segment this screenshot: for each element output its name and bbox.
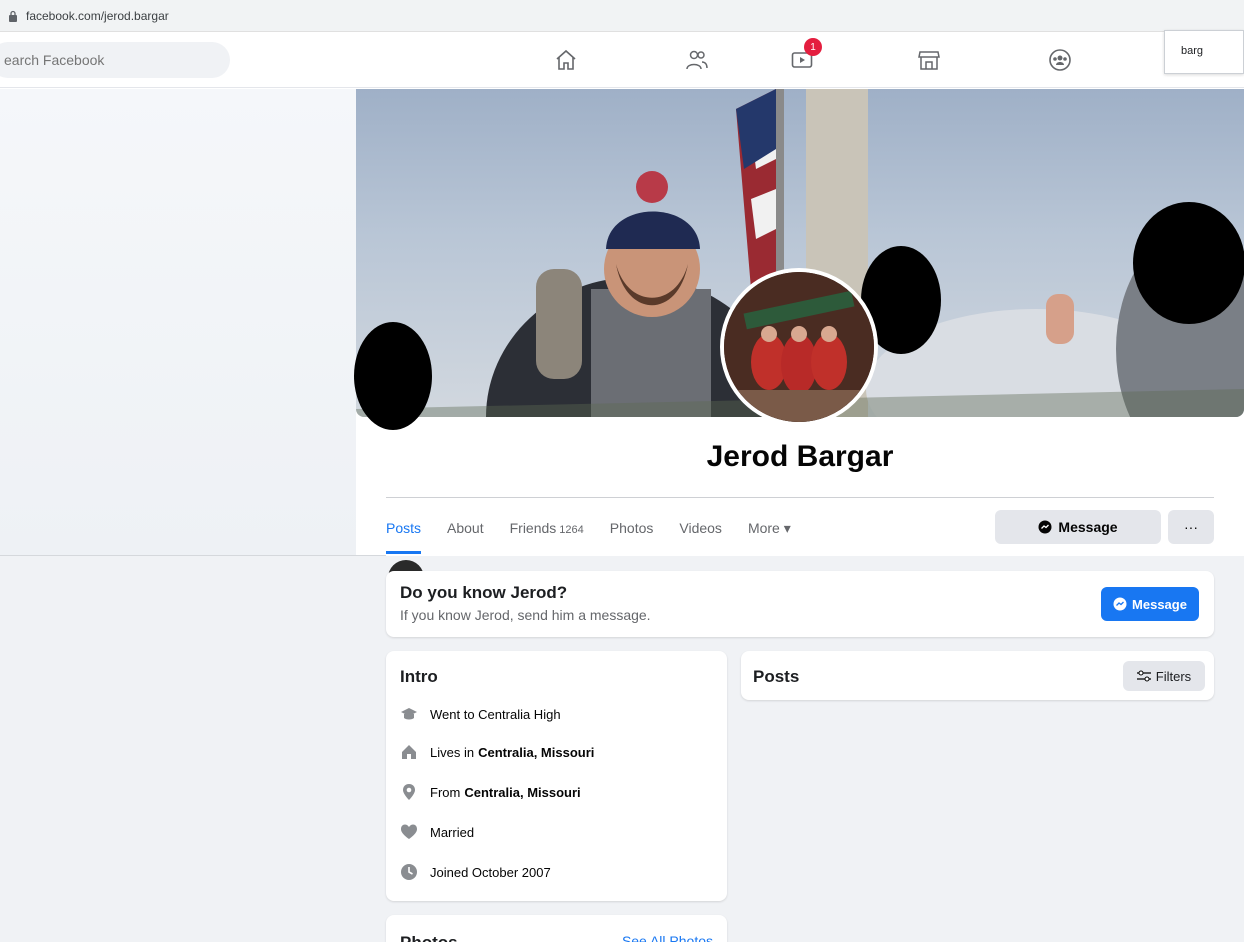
tab-more-label: More ▾ (747, 520, 791, 536)
do-you-know-subtitle: If you know Jerod, send him a message. (400, 607, 651, 623)
intro-lives-link[interactable]: Centralia, Missouri (478, 745, 594, 760)
groups-icon[interactable] (1046, 46, 1074, 74)
tab-posts-label: Posts (386, 520, 422, 536)
notification-badge: 1 (804, 38, 822, 56)
tab-photos-label: Photos (609, 520, 654, 536)
tab-friends-label: Friends (509, 520, 557, 536)
see-all-photos-link[interactable]: See All Photos (622, 933, 713, 942)
intro-relationship-text: Married (430, 824, 475, 840)
address-bar[interactable]: facebook.com/jerod.bargar (0, 0, 1244, 32)
messenger-icon (1113, 597, 1127, 611)
redaction-circle (1133, 202, 1244, 324)
tab-about-label: About (447, 520, 484, 536)
posts-title: Posts (753, 667, 800, 686)
profile-tabs: Posts About Friends 1264 Photos Videos Mo… (386, 510, 817, 554)
account-text: barg (1181, 45, 1204, 57)
search-input[interactable] (0, 42, 230, 78)
friends-count: 1264 (559, 524, 584, 536)
filters-button[interactable]: Filters (1123, 661, 1205, 691)
posts-card: Posts Filters (741, 651, 1214, 700)
intro-from: From Centralia, Missouri (400, 783, 581, 801)
intro-relationship: Married (400, 823, 474, 841)
marketplace-icon[interactable] (915, 46, 943, 74)
profile-avatar[interactable] (720, 268, 878, 426)
message-button[interactable]: Message (995, 510, 1161, 544)
intro-lives-prefix: Lives in (430, 744, 475, 760)
do-you-know-card: Do you know Jerod? If you know Jerod, se… (386, 571, 1214, 637)
heart-icon (400, 823, 418, 841)
intro-school-text: Went to Centralia High (430, 706, 561, 722)
left-background (0, 89, 356, 555)
home-icon[interactable] (552, 46, 580, 74)
redaction-circle (354, 322, 432, 430)
tab-more[interactable]: More ▾ (748, 510, 791, 554)
tab-friends[interactable]: Friends 1264 (510, 510, 584, 554)
graduation-cap-icon (400, 705, 418, 723)
messenger-icon (1038, 520, 1052, 534)
message-button-label: Message (1058, 519, 1118, 535)
tab-videos[interactable]: Videos (679, 510, 722, 554)
sliders-icon (1136, 670, 1151, 682)
photos-card: Photos See All Photos (386, 915, 727, 942)
url-text: facebook.com/jerod.bargar (26, 8, 169, 23)
clock-icon (400, 863, 418, 881)
intro-card: Intro Went to Centralia High Lives in Cen… (386, 651, 727, 901)
intro-school: Went to Centralia High (400, 705, 561, 723)
watch-icon[interactable]: 1 (788, 38, 822, 74)
more-options-button[interactable]: ··· (1168, 510, 1214, 544)
intro-from-link[interactable]: Centralia, Missouri (464, 785, 580, 800)
header-divider (386, 497, 1214, 498)
send-message-label: Message (1132, 596, 1187, 612)
location-pin-icon (400, 783, 418, 801)
account-search-popup[interactable]: barg (1164, 30, 1244, 74)
intro-title: Intro (400, 667, 438, 686)
send-message-button[interactable]: Message (1101, 587, 1199, 621)
intro-from-prefix: From (430, 784, 461, 800)
more-options-label: ··· (1184, 519, 1198, 535)
intro-joined: Joined October 2007 (400, 863, 551, 881)
profile-photo-image (724, 272, 874, 422)
tab-posts[interactable]: Posts (386, 510, 422, 554)
do-you-know-title: Do you know Jerod? (400, 583, 568, 602)
friends-icon[interactable] (683, 46, 711, 74)
intro-lives: Lives in Centralia, Missouri (400, 743, 594, 761)
tab-videos-label: Videos (679, 520, 722, 536)
intro-joined-text: Joined October 2007 (430, 864, 551, 880)
lock-icon (9, 10, 17, 22)
house-icon (400, 743, 418, 761)
profile-name: Jerod Bargar (706, 440, 894, 473)
top-navigation: 1 (0, 32, 1244, 88)
tab-photos[interactable]: Photos (610, 510, 654, 554)
filters-label: Filters (1155, 668, 1192, 684)
tab-about[interactable]: About (447, 510, 484, 554)
photos-title: Photos (400, 933, 458, 942)
